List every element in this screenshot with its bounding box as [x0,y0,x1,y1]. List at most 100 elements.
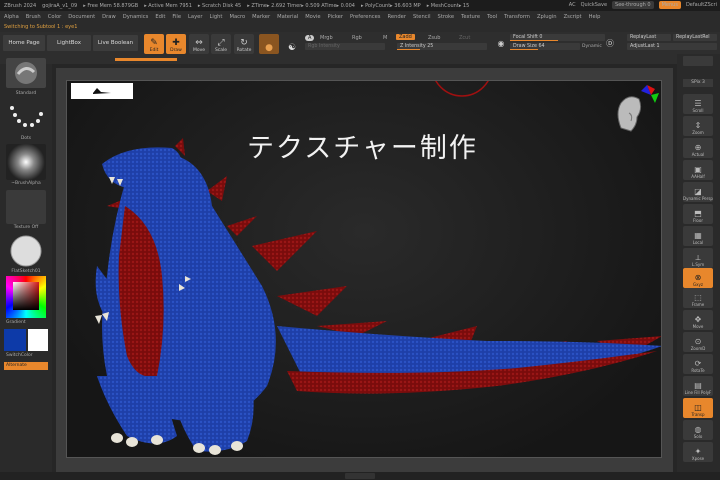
ac-label[interactable]: AC [569,2,576,8]
menu-item-light[interactable]: Light [210,14,223,20]
z-intensity-slider[interactable]: Z Intensity 25 [397,43,487,50]
menu-item-preferences[interactable]: Preferences [350,14,381,20]
menu-item-alpha[interactable]: Alpha [4,14,19,20]
adjustlast-slider[interactable]: AdjustLast 1 [627,43,717,50]
rgb-button[interactable]: Rgb [352,35,362,41]
main-color-swatch[interactable] [4,329,26,351]
live-boolean-button[interactable]: Live Boolean [93,35,138,51]
shelf-button-label: Gxyz [693,282,703,287]
menu-item-macro[interactable]: Macro [229,14,245,20]
shelf-button-local[interactable]: ▦ Local [683,226,713,246]
shelf-button-aahalf[interactable]: ▣ AAHalf [683,160,713,180]
color-picker-button[interactable]: ☯ [282,34,302,54]
shelf-button-gxyz[interactable]: ⊗ Gxyz [683,268,713,288]
menu-item-zplugin[interactable]: Zplugin [537,14,557,20]
navigation-head-icon[interactable] [607,83,662,143]
menu-item-movie[interactable]: Movie [305,14,320,20]
edit-button[interactable]: ✎ Edit [144,34,164,54]
zadd-button[interactable]: Zadd [396,34,415,40]
menus-button[interactable]: Menus [658,1,681,9]
material-thumbnail[interactable] [6,234,46,268]
rotate-button[interactable]: ↻ Rotate [234,34,254,54]
menu-item-edit[interactable]: Edit [155,14,165,20]
menu-item-tool[interactable]: Tool [487,14,497,20]
material-sphere-icon [10,235,42,267]
menu-item-stroke[interactable]: Stroke [438,14,455,20]
document-canvas[interactable]: テクスチャー制作 [66,80,662,458]
a-button[interactable]: A [305,35,315,41]
shelf-button-l-sym[interactable]: ⟂ L.Sym [683,248,713,268]
quicksave-button[interactable]: QuickSave [581,2,607,8]
alternate-button[interactable]: Alternate [4,362,48,370]
shelf-frame-icon: ⬚ [694,293,702,302]
menu-item-draw[interactable]: Draw [102,14,116,20]
home-page-button[interactable]: Home Page [3,35,45,51]
menu-item-transform[interactable]: Transform [504,14,530,20]
shelf-button-zoomd[interactable]: ⊙ ZoomD [683,332,713,352]
rgb-intensity-slider[interactable]: Rgb Intensity [305,43,385,50]
replaylastrel-button[interactable]: ReplayLastRel [673,34,717,41]
dots-stroke-icon [10,106,43,127]
shelf-button-transp[interactable]: ◫ Transp [683,398,713,418]
shelf-zoomd-icon: ⊙ [694,337,702,346]
menu-item-file[interactable]: File [172,14,181,20]
shelf-button-xpose[interactable]: ✦ Xpose [683,442,713,462]
scale-button[interactable]: ⤢ Scale [211,34,231,54]
alpha-thumbnail[interactable] [6,144,46,180]
shelf-button-dynamic-persp[interactable]: ◪ Dynamic Persp [683,182,713,202]
see-through-slider[interactable]: See-through 0 [612,1,654,9]
menu-item-texture[interactable]: Texture [461,14,480,20]
menu-item-help[interactable]: Help [589,14,601,20]
draw-label: Draw [170,48,182,53]
focal-shift-icon-button[interactable]: ◉ [496,36,506,50]
menu-item-layer[interactable]: Layer [188,14,202,20]
stroke-thumbnail[interactable] [6,100,46,134]
scratch-disk: ▸ Scratch Disk 45 [197,2,242,9]
bottom-tray-handle[interactable] [345,473,375,479]
zsub-button[interactable]: Zsub [428,35,440,41]
mrgb-button[interactable]: Mrgb [320,35,333,41]
d-icon-button[interactable]: Ⓓ [604,36,616,50]
lightbox-button[interactable]: LightBox [47,35,91,51]
polycount: ▸ PolyCount▸ 36.603 MP [360,2,421,9]
dynamic-button[interactable]: Dynamic [582,44,602,49]
shelf-button-actual[interactable]: ⊕ Actual [683,138,713,158]
move-icon: ⇔ [195,38,203,48]
shelf-button-floor[interactable]: ⬒ Floor [683,204,713,224]
draw-button[interactable]: ✚ Draw [166,34,186,54]
menu-item-brush[interactable]: Brush [26,14,41,20]
replaylast-button[interactable]: ReplayLast [627,34,671,41]
shelf-button-zoom[interactable]: ⇕ Zoom [683,116,713,136]
shelf-button-move[interactable]: ✥ Move [683,310,713,330]
menu-item-dynamics[interactable]: Dynamics [123,14,149,20]
menu-item-stencil[interactable]: Stencil [413,14,431,20]
switchcolor-button[interactable]: SwitchColor [6,353,58,358]
brush-thumbnail[interactable] [6,58,46,88]
shelf-button-line-fill-polyf[interactable]: ▤ Line Fill PolyF [683,376,713,396]
focal-shift-slider[interactable]: Focal Shift 0 [510,34,605,41]
material-button[interactable]: ● [259,34,279,54]
scale-label: Scale [214,48,228,53]
draw-size-slider[interactable]: Draw Size 64 [510,43,580,50]
texture-thumbnail[interactable] [6,190,46,224]
shelf-button-scroll[interactable]: ☰ Scroll [683,94,713,114]
m-button[interactable]: M [383,35,387,41]
menu-item-picker[interactable]: Picker [328,14,343,20]
default-zscript-button[interactable]: DefaultZScri [686,2,717,8]
menu-item-marker[interactable]: Marker [252,14,270,20]
menu-item-document[interactable]: Document [68,14,95,20]
zcut-button[interactable]: Zcut [459,35,470,41]
subtool-status: Switching to Subtool 1 : eye1 [0,22,720,32]
shelf-button-frame[interactable]: ⬚ Frame [683,288,713,308]
menu-item-color[interactable]: Color [48,14,62,20]
spix-slider[interactable]: SPix 3 [683,79,713,87]
top-icon-button[interactable] [683,56,713,66]
color-picker[interactable] [6,276,46,318]
move-button[interactable]: ⇔ Move [189,34,209,54]
menu-item-material[interactable]: Material [277,14,298,20]
shelf-button-solo[interactable]: ◍ Solo [683,420,713,440]
menu-item-render[interactable]: Render [388,14,406,20]
secondary-color-swatch[interactable] [28,329,48,351]
menu-item-zscript[interactable]: Zscript [564,14,582,20]
shelf-button-rotate[interactable]: ⟳ RotaTe [683,354,713,374]
